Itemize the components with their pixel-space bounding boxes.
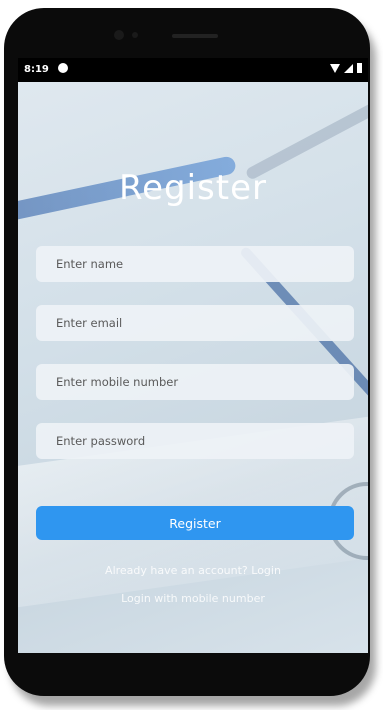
register-screen: Register Register Already have an accoun… bbox=[18, 82, 368, 653]
phone-frame: 8:19 Register Register Already have an a… bbox=[4, 8, 370, 696]
mobile-login-link[interactable]: Login with mobile number bbox=[18, 592, 368, 605]
email-input[interactable] bbox=[36, 305, 354, 341]
battery-icon bbox=[357, 63, 362, 73]
wifi-icon bbox=[330, 64, 340, 73]
mobile-number-input[interactable] bbox=[36, 364, 354, 400]
front-camera bbox=[114, 30, 124, 40]
status-icons bbox=[330, 63, 362, 73]
earpiece-speaker bbox=[172, 34, 218, 38]
status-time: 8:19 bbox=[24, 64, 49, 75]
register-button[interactable]: Register bbox=[36, 506, 354, 540]
name-input[interactable] bbox=[36, 246, 354, 282]
google-notification-icon bbox=[58, 63, 68, 73]
login-link[interactable]: Already have an account? Login bbox=[18, 564, 368, 577]
signal-icon bbox=[344, 64, 353, 73]
sensor bbox=[132, 32, 138, 38]
password-input[interactable] bbox=[36, 423, 354, 459]
page-title: Register bbox=[119, 168, 267, 208]
screen: 8:19 Register Register Already have an a… bbox=[18, 58, 368, 653]
status-bar: 8:19 bbox=[18, 58, 368, 82]
